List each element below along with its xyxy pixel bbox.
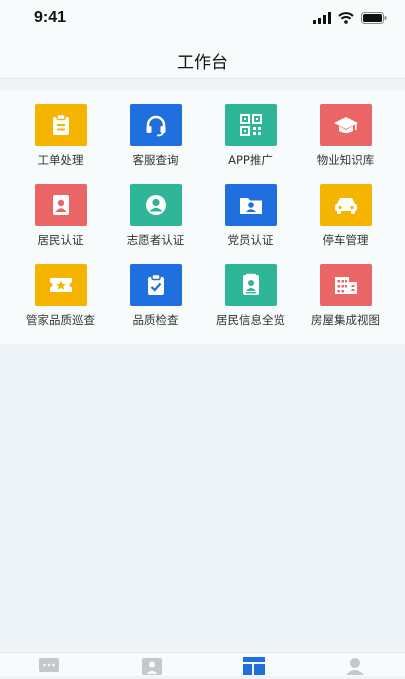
tile-label: 居民认证 [37,233,84,247]
tile-label: 房屋集成视图 [311,313,380,327]
tile-label: 志愿者认证 [126,233,185,247]
tile-label: APP推广 [228,153,273,167]
tile-party-member-verification[interactable]: 党员认证 [203,184,298,254]
tile-customer-service[interactable]: 客服查询 [108,104,203,174]
tile-label: 党员认证 [227,233,274,247]
tile-resident-verification[interactable]: 居民认证 [13,184,108,254]
building-icon [319,264,372,306]
tab-profile[interactable] [344,657,366,679]
headset-icon [129,104,182,146]
status-time: 9:41 [34,9,67,26]
status-bar: 9:41 [0,0,405,40]
nav-bar: 工作台 [0,40,405,79]
page-title: 工作台 [177,53,228,73]
tab-contacts[interactable] [141,657,163,679]
qrcode-icon [224,104,277,146]
tile-label: 停车管理 [322,233,369,247]
tile-parking-management[interactable]: 停车管理 [298,184,393,254]
wifi-icon [338,12,354,24]
ticket-star-icon [34,264,87,306]
tile-resident-overview[interactable]: 居民信息全览 [203,264,298,334]
tile-label: 工单处理 [37,153,84,167]
chat-icon [39,658,59,672]
user-circle-icon [129,184,182,226]
workspace-icon [243,657,265,675]
tile-label: 居民信息全览 [216,313,285,327]
tab-workspace[interactable] [243,657,265,679]
tile-housing-view[interactable]: 房屋集成视图 [298,264,393,334]
profile-icon [346,658,364,675]
folder-user-icon [224,184,277,226]
function-grid: 工单处理 客服查询 APP推广 物业知识库 居民认证 志愿者认证 党员认证 停车… [0,90,405,344]
signal-icon [313,12,331,24]
graduation-cap-icon [319,104,372,146]
tile-volunteer-verification[interactable]: 志愿者认证 [108,184,203,254]
status-icons [313,12,387,24]
id-badge-icon [34,184,87,226]
tile-label: 客服查询 [132,153,179,167]
tile-label: 品质检查 [132,313,179,327]
tile-app-promotion[interactable]: APP推广 [203,104,298,174]
contacts-icon [142,658,162,675]
tile-quality-inspection[interactable]: 品质检查 [108,264,203,334]
contact-card-icon [224,264,277,306]
tile-knowledge-base[interactable]: 物业知识库 [298,104,393,174]
clipboard-check-icon [129,264,182,306]
tile-work-order[interactable]: 工单处理 [13,104,108,174]
tile-quality-patrol[interactable]: 管家品质巡查 [13,264,108,334]
battery-icon [361,12,387,24]
tile-label: 物业知识库 [316,153,375,167]
car-icon [319,184,372,226]
tile-label: 管家品质巡查 [26,313,95,327]
tab-messages[interactable] [38,657,60,679]
clipboard-icon [34,104,87,146]
tab-bar [0,652,405,676]
